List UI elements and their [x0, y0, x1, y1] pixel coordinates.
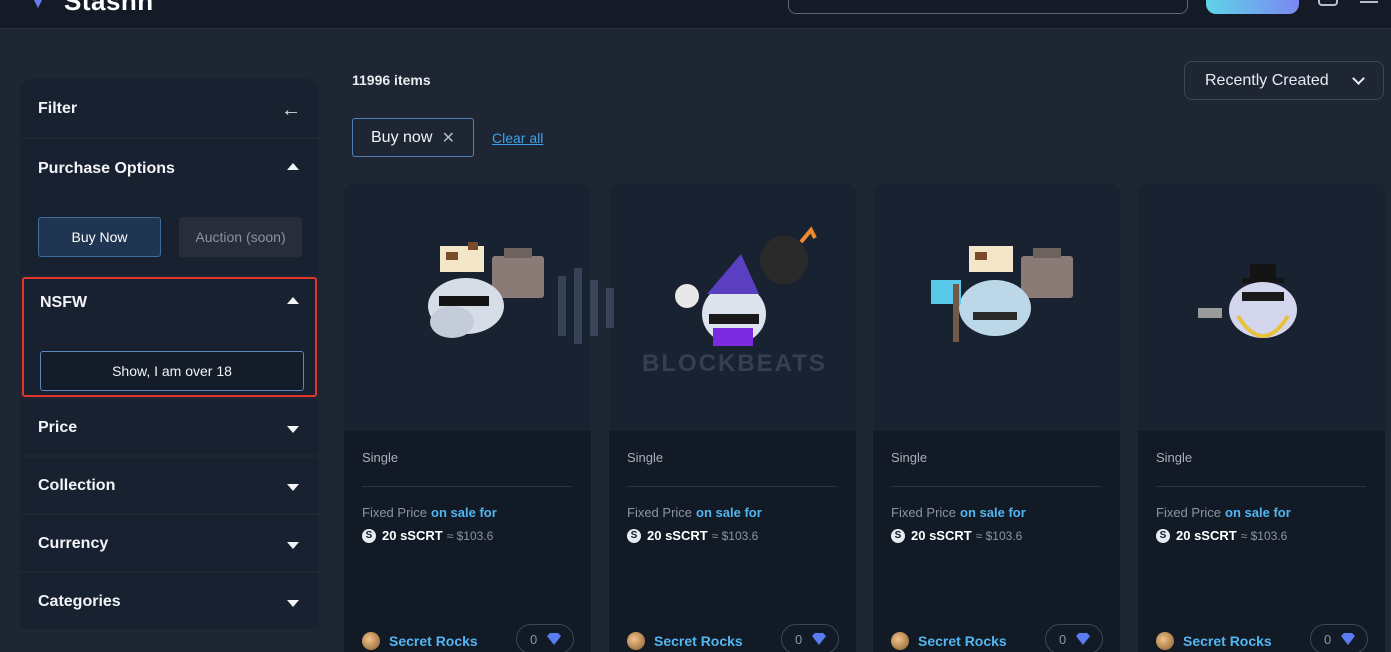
- filter-sidebar: Filter ← Purchase Options Buy Now Auctio…: [20, 79, 319, 652]
- nft-card[interactable]: Single Fixed Price on sale for S 20 sSCRT…: [1138, 184, 1385, 652]
- watermark-text: BLOCKBEATS: [642, 350, 827, 377]
- nsfw-title[interactable]: NSFW: [24, 279, 315, 327]
- owner-link[interactable]: Secret Rocks: [891, 632, 1007, 650]
- card-divider: [362, 486, 572, 487]
- gem-icon: [812, 633, 827, 645]
- active-filter-chip[interactable]: Buy now ✕: [352, 118, 474, 157]
- owner-link[interactable]: Secret Rocks: [1156, 632, 1272, 650]
- gem-icon: [1341, 633, 1356, 645]
- card-divider: [1156, 486, 1366, 487]
- caret-down-icon[interactable]: [287, 484, 299, 491]
- buy-now-button[interactable]: Buy Now: [38, 217, 161, 257]
- clear-all-link[interactable]: Clear all: [492, 130, 543, 146]
- caret-down-icon[interactable]: [287, 426, 299, 433]
- nsfw-show-button[interactable]: Show, I am over 18: [40, 351, 304, 391]
- nft-image[interactable]: [1138, 184, 1385, 431]
- card-divider: [891, 486, 1101, 487]
- chevron-down-icon: [1352, 72, 1365, 85]
- like-button[interactable]: 0: [516, 624, 574, 652]
- card-divider: [627, 486, 837, 487]
- brand-logo[interactable]: Stashh: [64, 0, 154, 17]
- filter-title: Filter: [38, 100, 78, 117]
- like-button[interactable]: 0: [781, 624, 839, 652]
- chip-label: Buy now: [371, 128, 433, 146]
- owner-link[interactable]: Secret Rocks: [362, 632, 478, 650]
- card-price: S 20 sSCRT ≈ $103.6: [891, 528, 1022, 543]
- avatar: [627, 632, 645, 650]
- user-icon[interactable]: [1318, 0, 1338, 6]
- collection-title[interactable]: Collection: [20, 457, 319, 515]
- like-button[interactable]: 0: [1310, 624, 1368, 652]
- caret-down-icon[interactable]: [287, 542, 299, 549]
- categories-title[interactable]: Categories: [20, 573, 319, 631]
- caret-down-icon[interactable]: [287, 600, 299, 607]
- filter-header: Filter ←: [20, 79, 319, 139]
- categories-section[interactable]: Categories: [20, 573, 319, 631]
- scrt-coin-icon: S: [627, 528, 641, 543]
- scrt-coin-icon: S: [362, 528, 376, 543]
- card-price: S 20 sSCRT ≈ $103.6: [627, 528, 758, 543]
- connect-wallet-button[interactable]: [1206, 0, 1299, 14]
- like-button[interactable]: 0: [1045, 624, 1103, 652]
- avatar: [891, 632, 909, 650]
- purchase-options-title[interactable]: Purchase Options: [20, 139, 319, 199]
- avatar: [362, 632, 380, 650]
- nft-image[interactable]: [609, 184, 856, 431]
- nft-card[interactable]: Single Fixed Price on sale for S 20 sSCRT…: [344, 184, 591, 652]
- search-input[interactable]: [788, 0, 1188, 14]
- price-title[interactable]: Price: [20, 399, 319, 457]
- close-icon[interactable]: ✕: [442, 128, 455, 148]
- price-label: Fixed Price on sale for: [1156, 505, 1291, 520]
- items-count: 11996 items: [352, 72, 431, 88]
- card-type: Single: [627, 450, 664, 465]
- auction-button[interactable]: Auction (soon): [179, 217, 302, 257]
- gem-icon: [547, 633, 562, 645]
- card-type: Single: [891, 450, 928, 465]
- caret-up-icon[interactable]: [287, 297, 299, 304]
- card-price: S 20 sSCRT ≈ $103.6: [1156, 528, 1287, 543]
- owner-link[interactable]: Secret Rocks: [627, 632, 743, 650]
- top-nav: Stashh: [0, 0, 1391, 29]
- nft-card[interactable]: Single Fixed Price on sale for S 20 sSCRT…: [873, 184, 1120, 652]
- sort-dropdown[interactable]: Recently Created: [1184, 61, 1384, 100]
- nft-image[interactable]: [873, 184, 1120, 431]
- price-section[interactable]: Price: [20, 399, 319, 457]
- price-label: Fixed Price on sale for: [891, 505, 1026, 520]
- price-label: Fixed Price on sale for: [362, 505, 497, 520]
- gem-icon: [1076, 633, 1091, 645]
- collection-section[interactable]: Collection: [20, 457, 319, 515]
- card-type: Single: [362, 450, 399, 465]
- nft-card[interactable]: Single Fixed Price on sale for S 20 sSCRT…: [609, 184, 856, 652]
- nsfw-section: NSFW Show, I am over 18: [22, 277, 317, 397]
- scrt-coin-icon: S: [1156, 528, 1170, 543]
- price-label: Fixed Price on sale for: [627, 505, 762, 520]
- currency-title[interactable]: Currency: [20, 515, 319, 573]
- nft-image[interactable]: [344, 184, 591, 431]
- menu-icon[interactable]: [1360, 0, 1378, 3]
- card-price: S 20 sSCRT ≈ $103.6: [362, 528, 493, 543]
- card-type: Single: [1156, 450, 1193, 465]
- sort-label: Recently Created: [1205, 71, 1329, 89]
- caret-up-icon[interactable]: [287, 163, 299, 170]
- scrt-coin-icon: S: [891, 528, 905, 543]
- currency-section[interactable]: Currency: [20, 515, 319, 573]
- purchase-options-section: Purchase Options Buy Now Auction (soon): [20, 139, 319, 277]
- logo-gem-icon: [34, 0, 42, 8]
- collapse-arrow-icon[interactable]: ←: [281, 99, 301, 122]
- avatar: [1156, 632, 1174, 650]
